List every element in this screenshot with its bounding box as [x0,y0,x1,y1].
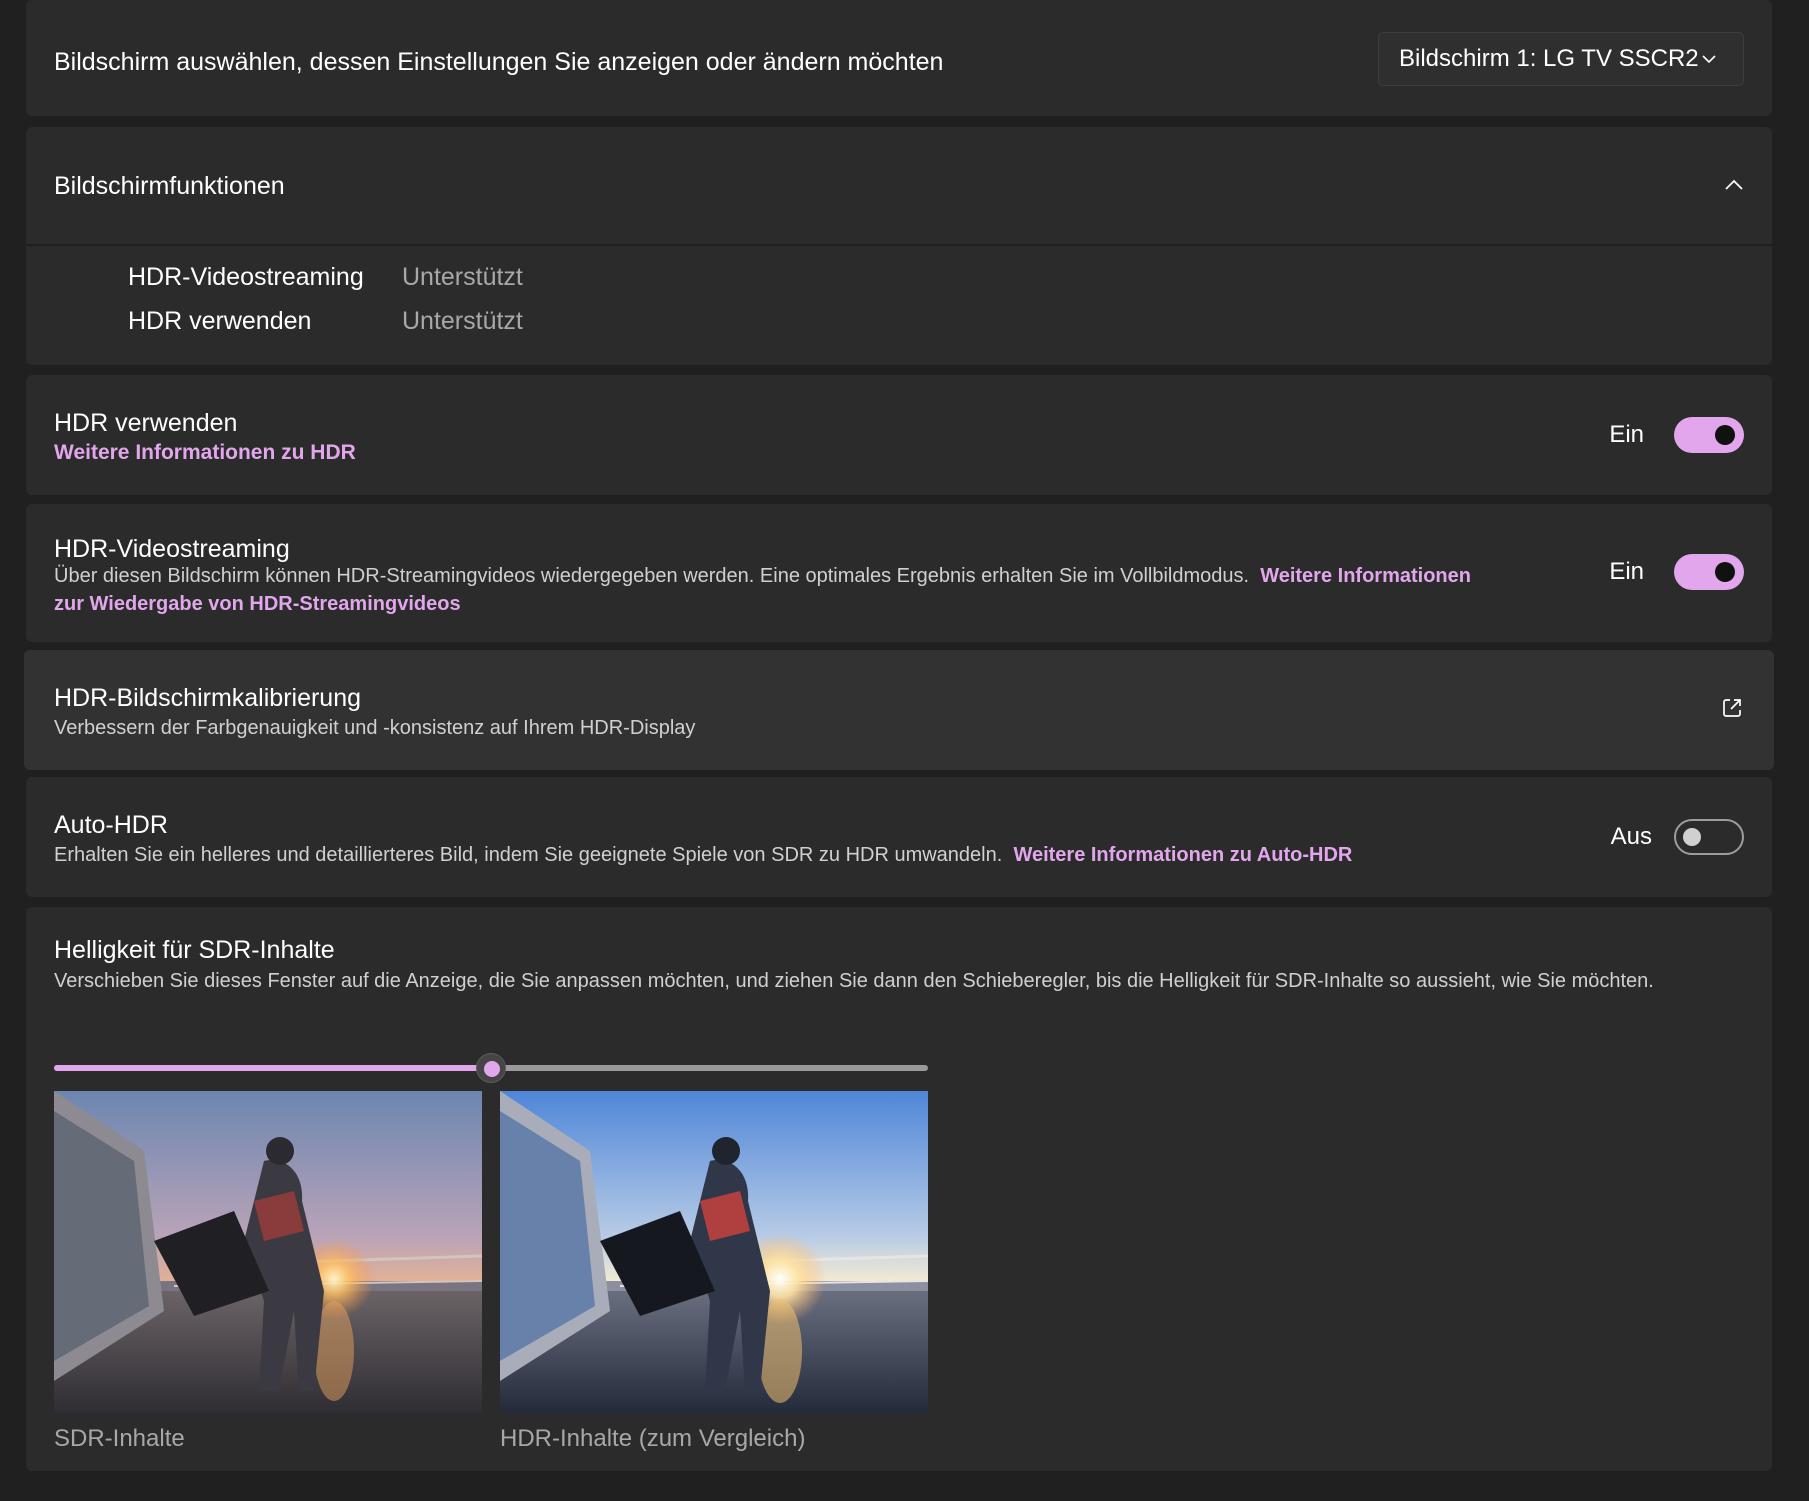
display-dropdown-value: Bildschirm 1: LG TV SSCR2 [1399,45,1699,72]
auto-hdr-card: Auto-HDR Erhalten Sie ein helleres und d… [26,777,1772,897]
capabilities-card: Bildschirmfunktionen HDR-Videostreaming … [26,127,1772,365]
auto-hdr-toggle[interactable] [1674,819,1744,855]
hdr-streaming-toggle[interactable] [1674,554,1744,590]
auto-hdr-description: Erhalten Sie ein helleres und detaillier… [54,841,1352,869]
use-hdr-toggle[interactable] [1674,417,1744,453]
hdr-streaming-title: HDR-Videostreaming [54,535,290,563]
slider-fill [54,1065,491,1071]
capability-name: HDR-Videostreaming [128,263,364,291]
capability-name: HDR verwenden [128,307,312,335]
hdr-preview-image [500,1091,928,1413]
display-dropdown[interactable]: Bildschirm 1: LG TV SSCR2 [1378,32,1744,86]
use-hdr-toggle-group: Ein [1609,417,1744,453]
use-hdr-state: Ein [1609,421,1644,448]
sdr-preview-image [54,1091,482,1413]
capabilities-header[interactable]: Bildschirmfunktionen [26,127,1772,246]
auto-hdr-text: Erhalten Sie ein helleres und detaillier… [54,844,1003,866]
hdr-streaming-card: HDR-Videostreaming Über diesen Bildschir… [26,504,1772,642]
hdr-settings-page: Bildschirm auswählen, dessen Einstellung… [0,0,1809,1501]
sdr-brightness-card: Helligkeit für SDR-Inhalte Verschieben S… [26,907,1772,1471]
chevron-up-icon[interactable] [1724,175,1744,195]
hdr-streaming-toggle-group: Ein [1609,554,1744,590]
open-external-icon[interactable] [1720,696,1744,720]
display-select-card: Bildschirm auswählen, dessen Einstellung… [26,0,1772,116]
toggle-knob [1715,425,1735,445]
hdr-streaming-state: Ein [1609,558,1644,585]
capabilities-title: Bildschirmfunktionen [54,172,285,200]
toggle-knob [1715,562,1735,582]
hdr-calibration-card[interactable]: HDR-Bildschirmkalibrierung Verbessern de… [24,650,1774,770]
use-hdr-card: HDR verwenden Weitere Informationen zu H… [26,375,1772,495]
capability-value: Unterstützt [402,263,523,291]
chevron-down-icon [1702,55,1716,64]
hdr-streaming-info-link-cont[interactable]: zur Wiedergabe von HDR-Streamingvideos [54,593,461,615]
sdr-caption: SDR-Inhalte [54,1425,185,1452]
hdr-streaming-info-link[interactable]: Weitere Informationen [1260,565,1471,587]
hdr-streaming-description: Über diesen Bildschirm können HDR-Stream… [54,562,1594,618]
use-hdr-title: HDR verwenden [54,409,238,437]
sdr-brightness-description: Verschieben Sie dieses Fenster auf die A… [54,970,1654,992]
toggle-knob [1683,828,1701,846]
capability-value: Unterstützt [402,307,523,335]
calibration-title: HDR-Bildschirmkalibrierung [54,684,362,712]
auto-hdr-toggle-group: Aus [1611,819,1744,855]
display-select-label: Bildschirm auswählen, dessen Einstellung… [54,48,944,76]
sdr-preview-illustration [54,1091,482,1413]
hdr-info-link[interactable]: Weitere Informationen zu HDR [54,441,356,465]
auto-hdr-state: Aus [1610,823,1652,850]
slider-thumb[interactable] [476,1053,506,1083]
hdr-preview-illustration [500,1091,928,1413]
hdr-caption: HDR-Inhalte (zum Vergleich) [500,1425,806,1452]
sdr-brightness-slider[interactable] [54,1053,928,1083]
sdr-brightness-title: Helligkeit für SDR-Inhalte [54,936,335,964]
calibration-description: Verbessern der Farbgenauigkeit und -kons… [54,717,696,739]
auto-hdr-title: Auto-HDR [54,811,168,839]
auto-hdr-info-link[interactable]: Weitere Informationen zu Auto-HDR [1013,844,1352,866]
hdr-streaming-text: Über diesen Bildschirm können HDR-Stream… [54,565,1250,587]
